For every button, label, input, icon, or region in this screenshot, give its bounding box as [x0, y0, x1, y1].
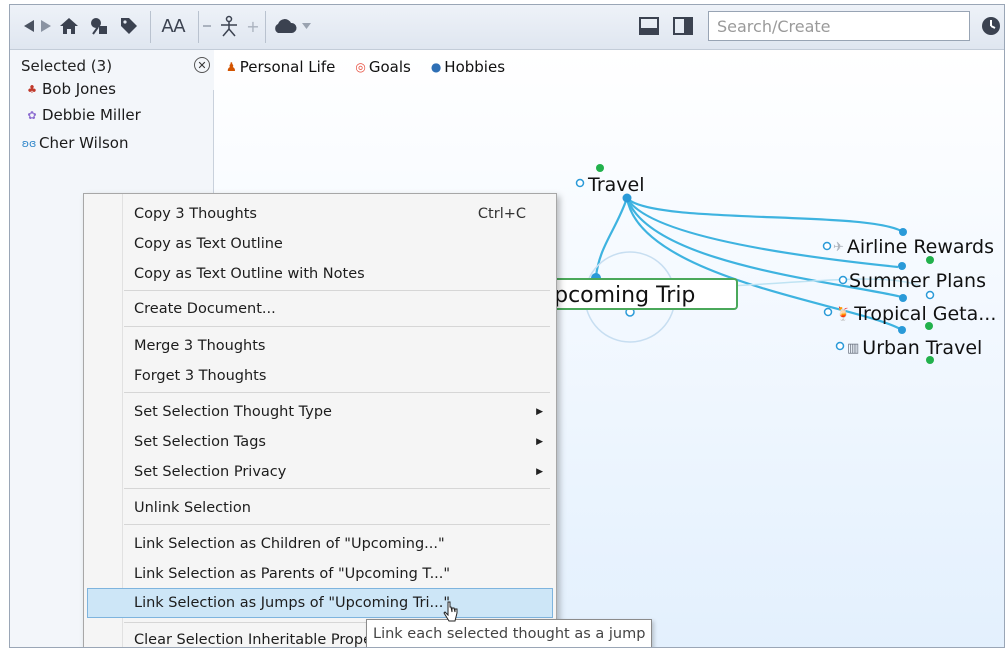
submenu-arrow-icon: ▶: [536, 407, 543, 417]
menu-item-label: Set Selection Privacy: [134, 464, 287, 480]
menu-item-label: Link Selection as Children of "Upcoming.…: [134, 536, 445, 552]
menu-item-link-children[interactable]: Link Selection as Children of "Upcoming.…: [87, 530, 553, 558]
back-icon[interactable]: [22, 13, 36, 39]
menu-item-set-tags[interactable]: Set Selection Tags ▶: [87, 428, 553, 456]
brain-window: AA + Selected (3) ✕: [9, 4, 1005, 648]
tag-icon[interactable]: [118, 13, 140, 39]
plus-icon[interactable]: +: [246, 13, 260, 39]
node-gate-dot[interactable]: [899, 228, 907, 236]
tooltip: Link each selected thought as a jump: [366, 619, 653, 647]
menu-item-copy-outline-notes[interactable]: Copy as Text Outline with Notes: [87, 260, 553, 288]
submenu-arrow-icon: ▶: [536, 467, 543, 477]
menu-item-link-jumps[interactable]: Link Selection as Jumps of "Upcoming Tri…: [87, 588, 553, 618]
thought-jump[interactable]: 🍹 Tropical Geta...: [835, 303, 996, 325]
menu-separator: [124, 290, 550, 291]
menu-item-copy-outline[interactable]: Copy as Text Outline: [87, 230, 553, 258]
menu-item-set-privacy[interactable]: Set Selection Privacy ▶: [87, 458, 553, 486]
link-line: [626, 197, 904, 233]
thought-jump[interactable]: ✈ Airline Rewards: [833, 236, 994, 258]
node-gate-dot[interactable]: [898, 326, 906, 334]
drinks-icon: 🍹: [835, 307, 852, 322]
node-gate-dot[interactable]: [898, 262, 906, 270]
menu-item-merge[interactable]: Merge 3 Thoughts: [87, 332, 553, 360]
context-menu: Copy 3 Thoughts Ctrl+C Copy as Text Outl…: [83, 193, 557, 648]
menu-item-label: Clear Selection Inheritable Properties: [134, 632, 405, 648]
menu-item-copy-thoughts[interactable]: Copy 3 Thoughts Ctrl+C: [87, 200, 553, 228]
home-icon[interactable]: [58, 13, 80, 39]
menu-item-label: Set Selection Thought Type: [134, 404, 332, 420]
menu-separator: [124, 488, 550, 489]
toolbar-separator: [150, 11, 151, 43]
menu-item-label: Link Selection as Jumps of "Upcoming Tri…: [134, 595, 451, 611]
dropdown-icon[interactable]: [300, 13, 312, 39]
parent-gate-dot[interactable]: [575, 178, 585, 188]
menu-item-label: Link Selection as Parents of "Upcoming T…: [134, 566, 451, 582]
menu-separator: [124, 524, 550, 525]
central-thought-label: Upcoming Trip Plans: [538, 283, 696, 308]
node-gate-dot[interactable]: [925, 290, 935, 300]
cloud-icon[interactable]: [272, 13, 298, 39]
node-gate-dot[interactable]: [835, 341, 845, 351]
add-node-icon[interactable]: [215, 13, 243, 39]
thought-label: Summer Plans: [849, 270, 986, 292]
layout-right-icon[interactable]: [672, 13, 694, 39]
menu-item-label: Copy as Text Outline with Notes: [134, 266, 365, 282]
menu-item-label: Copy 3 Thoughts: [134, 206, 257, 222]
child-gate-dot[interactable]: [596, 164, 604, 172]
menu-item-label: Forget 3 Thoughts: [134, 368, 267, 384]
menu-item-label: Unlink Selection: [134, 500, 251, 516]
font-size-icon[interactable]: AA: [158, 13, 188, 39]
thought-label: Urban Travel: [862, 337, 983, 359]
thought-parent[interactable]: Travel: [588, 174, 644, 196]
node-gate-dot[interactable]: [899, 294, 907, 302]
search-input[interactable]: [708, 11, 970, 41]
node-gate-dot[interactable]: [838, 275, 848, 285]
link-line: [594, 197, 629, 277]
thought-central[interactable]: Upcoming Trip Plans: [530, 278, 738, 310]
mouse-cursor-icon: [443, 601, 458, 622]
thought-label: Airline Rewards: [846, 236, 994, 258]
thought-jump[interactable]: Summer Plans: [849, 270, 986, 292]
submenu-arrow-icon: ▶: [536, 437, 543, 447]
menu-item-shortcut: Ctrl+C: [477, 206, 526, 222]
airplane-icon: ✈: [833, 240, 844, 255]
history-icon[interactable]: [980, 13, 1002, 39]
menu-separator: [124, 392, 550, 393]
thought-label: Tropical Geta...: [854, 303, 997, 325]
menu-item-label: Merge 3 Thoughts: [134, 338, 266, 354]
pin-icon[interactable]: [88, 13, 110, 39]
menu-item-create-document[interactable]: Create Document...: [87, 295, 553, 323]
menu-item-unlink[interactable]: Unlink Selection: [87, 494, 553, 522]
minus-icon: [202, 13, 212, 39]
node-gate-dot[interactable]: [823, 307, 833, 317]
menu-item-forget[interactable]: Forget 3 Thoughts: [87, 362, 553, 390]
menu-item-label: Copy as Text Outline: [134, 236, 283, 252]
menu-item-set-thought-type[interactable]: Set Selection Thought Type ▶: [87, 398, 553, 426]
forward-icon[interactable]: [39, 13, 53, 39]
toolbar: AA +: [10, 5, 1004, 50]
font-size-label: AA: [161, 15, 185, 37]
toolbar-separator: [198, 11, 199, 43]
building-icon: ▥: [847, 341, 860, 356]
menu-separator: [124, 326, 550, 327]
menu-item-label: Set Selection Tags: [134, 434, 266, 450]
thought-label: Travel: [588, 174, 645, 196]
toolbar-separator: [265, 11, 266, 43]
layout-bottom-icon[interactable]: [638, 13, 660, 39]
menu-item-label: Create Document...: [134, 301, 276, 317]
thought-jump[interactable]: ▥ Urban Travel: [847, 337, 982, 359]
node-gate-dot[interactable]: [822, 241, 832, 251]
menu-item-link-parents[interactable]: Link Selection as Parents of "Upcoming T…: [87, 560, 553, 588]
